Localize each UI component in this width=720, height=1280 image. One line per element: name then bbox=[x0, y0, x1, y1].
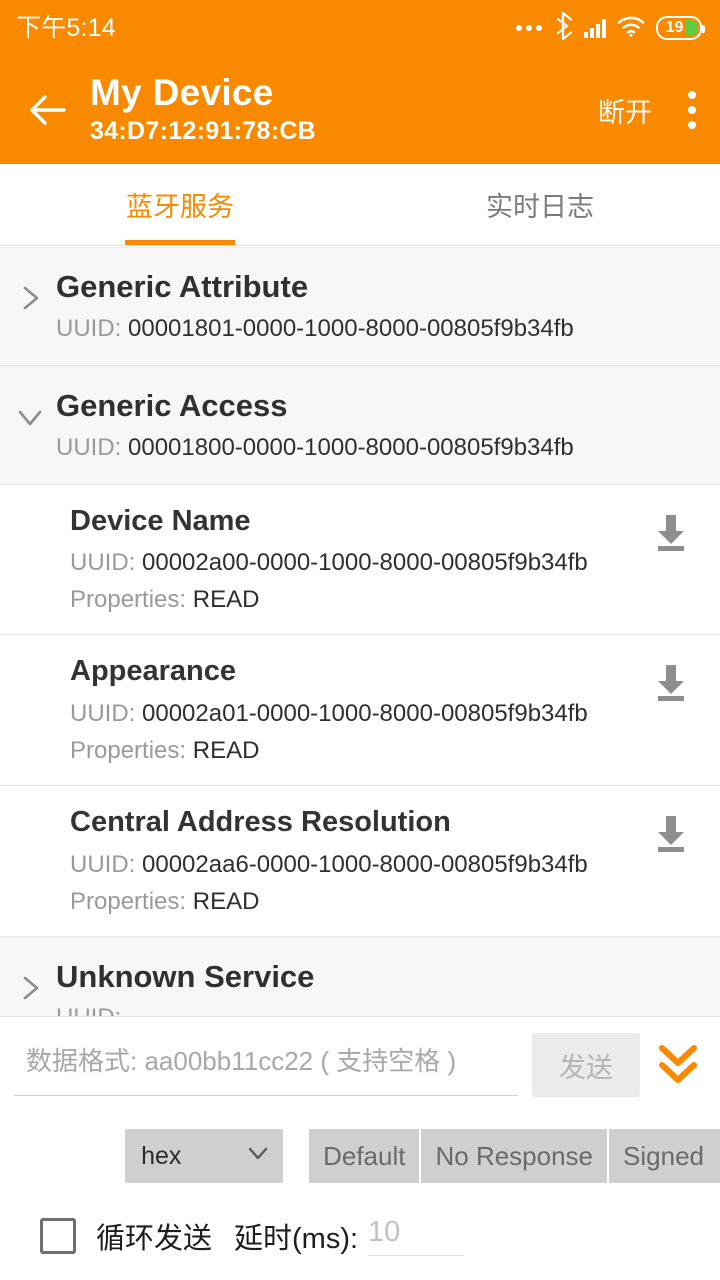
app-root: 下午5:14 19 My Device 34:D7:12:91:78:CB 断开… bbox=[0, 0, 720, 1280]
characteristic-uuid: UUID: 00002a00-0000-1000-8000-00805f9b34… bbox=[70, 549, 620, 577]
write-panel: 发送 hex Default No Response Signed bbox=[0, 1016, 720, 1280]
characteristic-name: Central Address Resolution bbox=[70, 805, 451, 838]
tab-label: 实时日志 bbox=[486, 192, 594, 222]
tab-bluetooth-services[interactable]: 蓝牙服务 bbox=[0, 164, 360, 245]
service-name: Unknown Service bbox=[56, 958, 315, 994]
status-bar-clock: 下午5:14 bbox=[16, 13, 116, 42]
service-uuid-value: 00001801-0000-1000-8000-00805f9b34fb bbox=[128, 314, 574, 342]
loop-send-checkbox[interactable] bbox=[40, 1218, 76, 1254]
delay-input[interactable] bbox=[368, 1216, 465, 1256]
service-name: Generic Attribute bbox=[56, 269, 309, 304]
battery-percent: 19 bbox=[665, 19, 684, 36]
bluetooth-icon bbox=[553, 11, 573, 45]
chevron-right-icon bbox=[14, 282, 46, 314]
chevron-down-icon bbox=[245, 1140, 271, 1173]
delay-label: 延时(ms): bbox=[234, 1223, 359, 1255]
cellular-signal-icon bbox=[584, 18, 606, 38]
characteristic-name: Appearance bbox=[70, 655, 237, 688]
tab-label: 蓝牙服务 bbox=[126, 192, 234, 222]
send-row: 发送 bbox=[0, 1017, 720, 1097]
loop-send-label: 循环发送 bbox=[96, 1223, 213, 1255]
service-row-generic-attribute[interactable]: Generic Attribute UUID: 00001801-0000-10… bbox=[0, 247, 720, 366]
write-type-default[interactable]: Default bbox=[309, 1129, 422, 1183]
characteristic-uuid-label: UUID: bbox=[70, 549, 136, 577]
characteristic-uuid-label: UUID: bbox=[70, 699, 136, 727]
characteristic-name: Device Name bbox=[70, 504, 251, 537]
app-bar: My Device 34:D7:12:91:78:CB 断开 bbox=[0, 56, 720, 164]
characteristic-uuid-value: 00002a01-0000-1000-8000-00805f9b34fb bbox=[142, 699, 588, 727]
device-mac-address: 34:D7:12:91:78:CB bbox=[90, 117, 317, 146]
data-input[interactable] bbox=[14, 1034, 518, 1096]
download-icon[interactable] bbox=[648, 810, 694, 856]
tab-realtime-log[interactable]: 实时日志 bbox=[360, 164, 720, 245]
write-type-segmented-control: Default No Response Signed bbox=[309, 1129, 720, 1183]
chevron-down-icon bbox=[14, 401, 46, 433]
service-row-generic-access[interactable]: Generic Access UUID: 00001800-0000-1000-… bbox=[0, 365, 720, 485]
service-uuid-value: 00001800-0000-1000-8000-00805f9b34fb bbox=[128, 433, 574, 461]
characteristic-uuid-value: 00002a00-0000-1000-8000-00805f9b34fb bbox=[142, 549, 588, 577]
data-format-value: hex bbox=[141, 1141, 182, 1170]
chevron-right-icon bbox=[14, 972, 46, 1004]
characteristic-uuid-value: 00002aa6-0000-1000-8000-00805f9b34fb bbox=[142, 850, 588, 878]
tab-bar: 蓝牙服务 实时日志 bbox=[0, 164, 720, 246]
write-type-no-response[interactable]: No Response bbox=[421, 1129, 610, 1183]
characteristic-properties-label: Properties: bbox=[70, 736, 187, 764]
battery-icon: 19 bbox=[656, 16, 705, 40]
write-options-row: hex Default No Response Signed bbox=[0, 1129, 720, 1183]
characteristic-properties: Properties: READ bbox=[70, 586, 620, 614]
write-type-signed[interactable]: Signed bbox=[609, 1129, 720, 1183]
double-chevron-down-icon[interactable] bbox=[652, 1036, 704, 1094]
characteristic-properties-value: READ bbox=[192, 586, 260, 614]
characteristic-uuid-label: UUID: bbox=[70, 850, 136, 878]
app-bar-titles: My Device 34:D7:12:91:78:CB bbox=[90, 71, 598, 147]
download-icon[interactable] bbox=[648, 509, 694, 555]
status-bar-icons: 19 bbox=[516, 11, 705, 45]
service-uuid: UUID: 00001800-0000-1000-8000-00805f9b34… bbox=[56, 434, 720, 462]
loop-send-row: 循环发送 延时(ms): bbox=[0, 1215, 720, 1257]
characteristic-row[interactable]: Device Name UUID: 00002a00-0000-1000-800… bbox=[0, 484, 720, 636]
characteristic-properties: Properties: READ bbox=[70, 737, 620, 765]
status-bar: 下午5:14 19 bbox=[0, 0, 720, 56]
service-uuid-label: UUID: bbox=[56, 433, 122, 461]
characteristic-properties-label: Properties: bbox=[70, 887, 187, 915]
service-uuid: UUID: 00001801-0000-1000-8000-00805f9b34… bbox=[56, 315, 720, 343]
characteristic-properties-value: READ bbox=[192, 736, 260, 764]
characteristic-properties: Properties: READ bbox=[70, 888, 620, 916]
wifi-icon bbox=[617, 15, 645, 42]
characteristic-uuid: UUID: 00002a01-0000-1000-8000-00805f9b34… bbox=[70, 700, 620, 728]
service-name: Generic Access bbox=[56, 387, 288, 423]
more-dots-icon bbox=[516, 25, 542, 31]
disconnect-button[interactable]: 断开 bbox=[598, 91, 652, 130]
download-icon[interactable] bbox=[648, 659, 694, 705]
characteristic-properties-value: READ bbox=[192, 887, 260, 915]
characteristic-uuid: UUID: 00002aa6-0000-1000-8000-00805f9b34… bbox=[70, 851, 620, 879]
characteristic-properties-label: Properties: bbox=[70, 586, 187, 614]
send-button[interactable]: 发送 bbox=[532, 1033, 640, 1097]
characteristic-row[interactable]: Central Address Resolution UUID: 00002aa… bbox=[0, 785, 720, 937]
page-title: My Device bbox=[90, 71, 274, 113]
characteristic-row[interactable]: Appearance UUID: 00002a01-0000-1000-8000… bbox=[0, 635, 720, 786]
overflow-menu-icon[interactable] bbox=[682, 85, 702, 135]
service-uuid-label: UUID: bbox=[56, 314, 122, 342]
data-format-spinner[interactable]: hex bbox=[125, 1129, 284, 1183]
back-arrow-icon[interactable] bbox=[22, 84, 74, 136]
